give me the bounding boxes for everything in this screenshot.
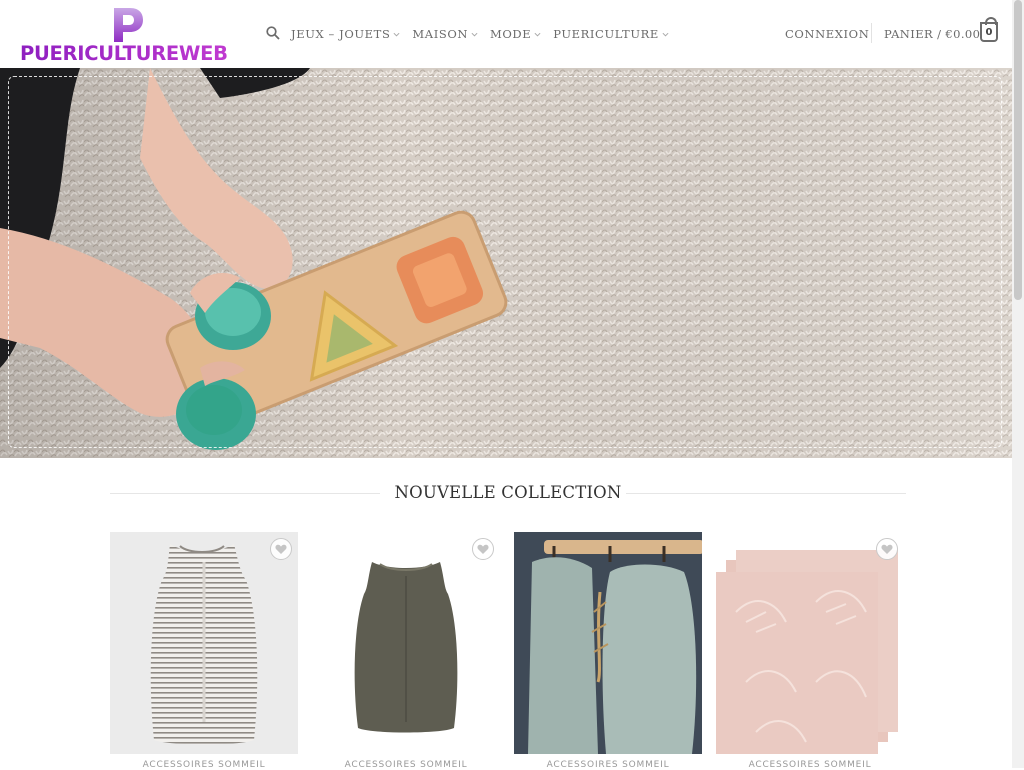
- product-card[interactable]: ACCESSOIRES SOMMEIL: [716, 532, 904, 770]
- product-category[interactable]: ACCESSOIRES SOMMEIL: [312, 760, 500, 770]
- product-image[interactable]: [312, 532, 500, 754]
- product-category[interactable]: ACCESSOIRES SOMMEIL: [716, 760, 904, 770]
- pink-swaddles-image: [716, 532, 904, 754]
- heart-icon: [477, 544, 489, 554]
- logo-mark-icon: [114, 8, 143, 42]
- nav-item-maison[interactable]: MAISON: [412, 27, 478, 41]
- main-nav: JEUX – JOUETS MAISON MODE PUERICULTURE: [291, 27, 681, 41]
- chevron-down-icon: [662, 32, 669, 37]
- chevron-down-icon: [534, 32, 541, 37]
- nav-item-mode[interactable]: MODE: [490, 27, 541, 41]
- nav-item-jeux-jouets[interactable]: JEUX – JOUETS: [291, 27, 400, 41]
- wishlist-button[interactable]: [876, 538, 898, 560]
- khaki-sleeping-bag-image: [312, 532, 500, 754]
- striped-sleeping-bag-image: [110, 532, 298, 754]
- hero-image: [0, 68, 1012, 458]
- cart-link[interactable]: PANIER / €0.00: [884, 27, 980, 41]
- product-card[interactable]: ACCESSOIRES SOMMEIL: [312, 532, 500, 770]
- section-header: NOUVELLE COLLECTION: [110, 480, 906, 506]
- hero-banner[interactable]: [0, 68, 1012, 458]
- cart-count-badge[interactable]: 0: [980, 17, 998, 42]
- product-image[interactable]: [514, 532, 702, 754]
- heart-icon: [881, 544, 893, 554]
- product-card[interactable]: ACCESSOIRES SOMMEIL: [514, 532, 702, 770]
- product-category[interactable]: ACCESSOIRES SOMMEIL: [514, 760, 702, 770]
- wishlist-button[interactable]: [270, 538, 292, 560]
- scrollbar-thumb[interactable]: [1014, 0, 1022, 300]
- logo-text: PUERICULTUREWEB: [20, 42, 228, 65]
- nav-item-label: PUERICULTURE: [553, 27, 659, 41]
- chevron-down-icon: [471, 32, 478, 37]
- product-category[interactable]: ACCESSOIRES SOMMEIL: [110, 760, 298, 770]
- product-image[interactable]: [110, 532, 298, 754]
- product-image[interactable]: [716, 532, 904, 754]
- nav-item-label: MAISON: [412, 27, 469, 41]
- section-title: NOUVELLE COLLECTION: [394, 483, 622, 502]
- wishlist-button[interactable]: [472, 538, 494, 560]
- site-header: PUERICULTUREWEB JEUX – JOUETS MAISON MOD…: [0, 0, 1012, 68]
- nav-item-puericulture[interactable]: PUERICULTURE: [553, 27, 669, 41]
- product-card[interactable]: ACCESSOIRES SOMMEIL: [110, 532, 298, 770]
- search-icon[interactable]: [266, 26, 280, 40]
- nav-item-label: MODE: [490, 27, 532, 41]
- login-link[interactable]: CONNEXION: [785, 27, 869, 41]
- header-divider: [871, 23, 872, 43]
- heart-icon: [275, 544, 287, 554]
- hanging-clothes-image: [514, 532, 702, 754]
- chevron-down-icon: [393, 32, 400, 37]
- nav-item-label: JEUX – JOUETS: [291, 27, 391, 41]
- site-logo[interactable]: PUERICULTUREWEB: [20, 6, 235, 65]
